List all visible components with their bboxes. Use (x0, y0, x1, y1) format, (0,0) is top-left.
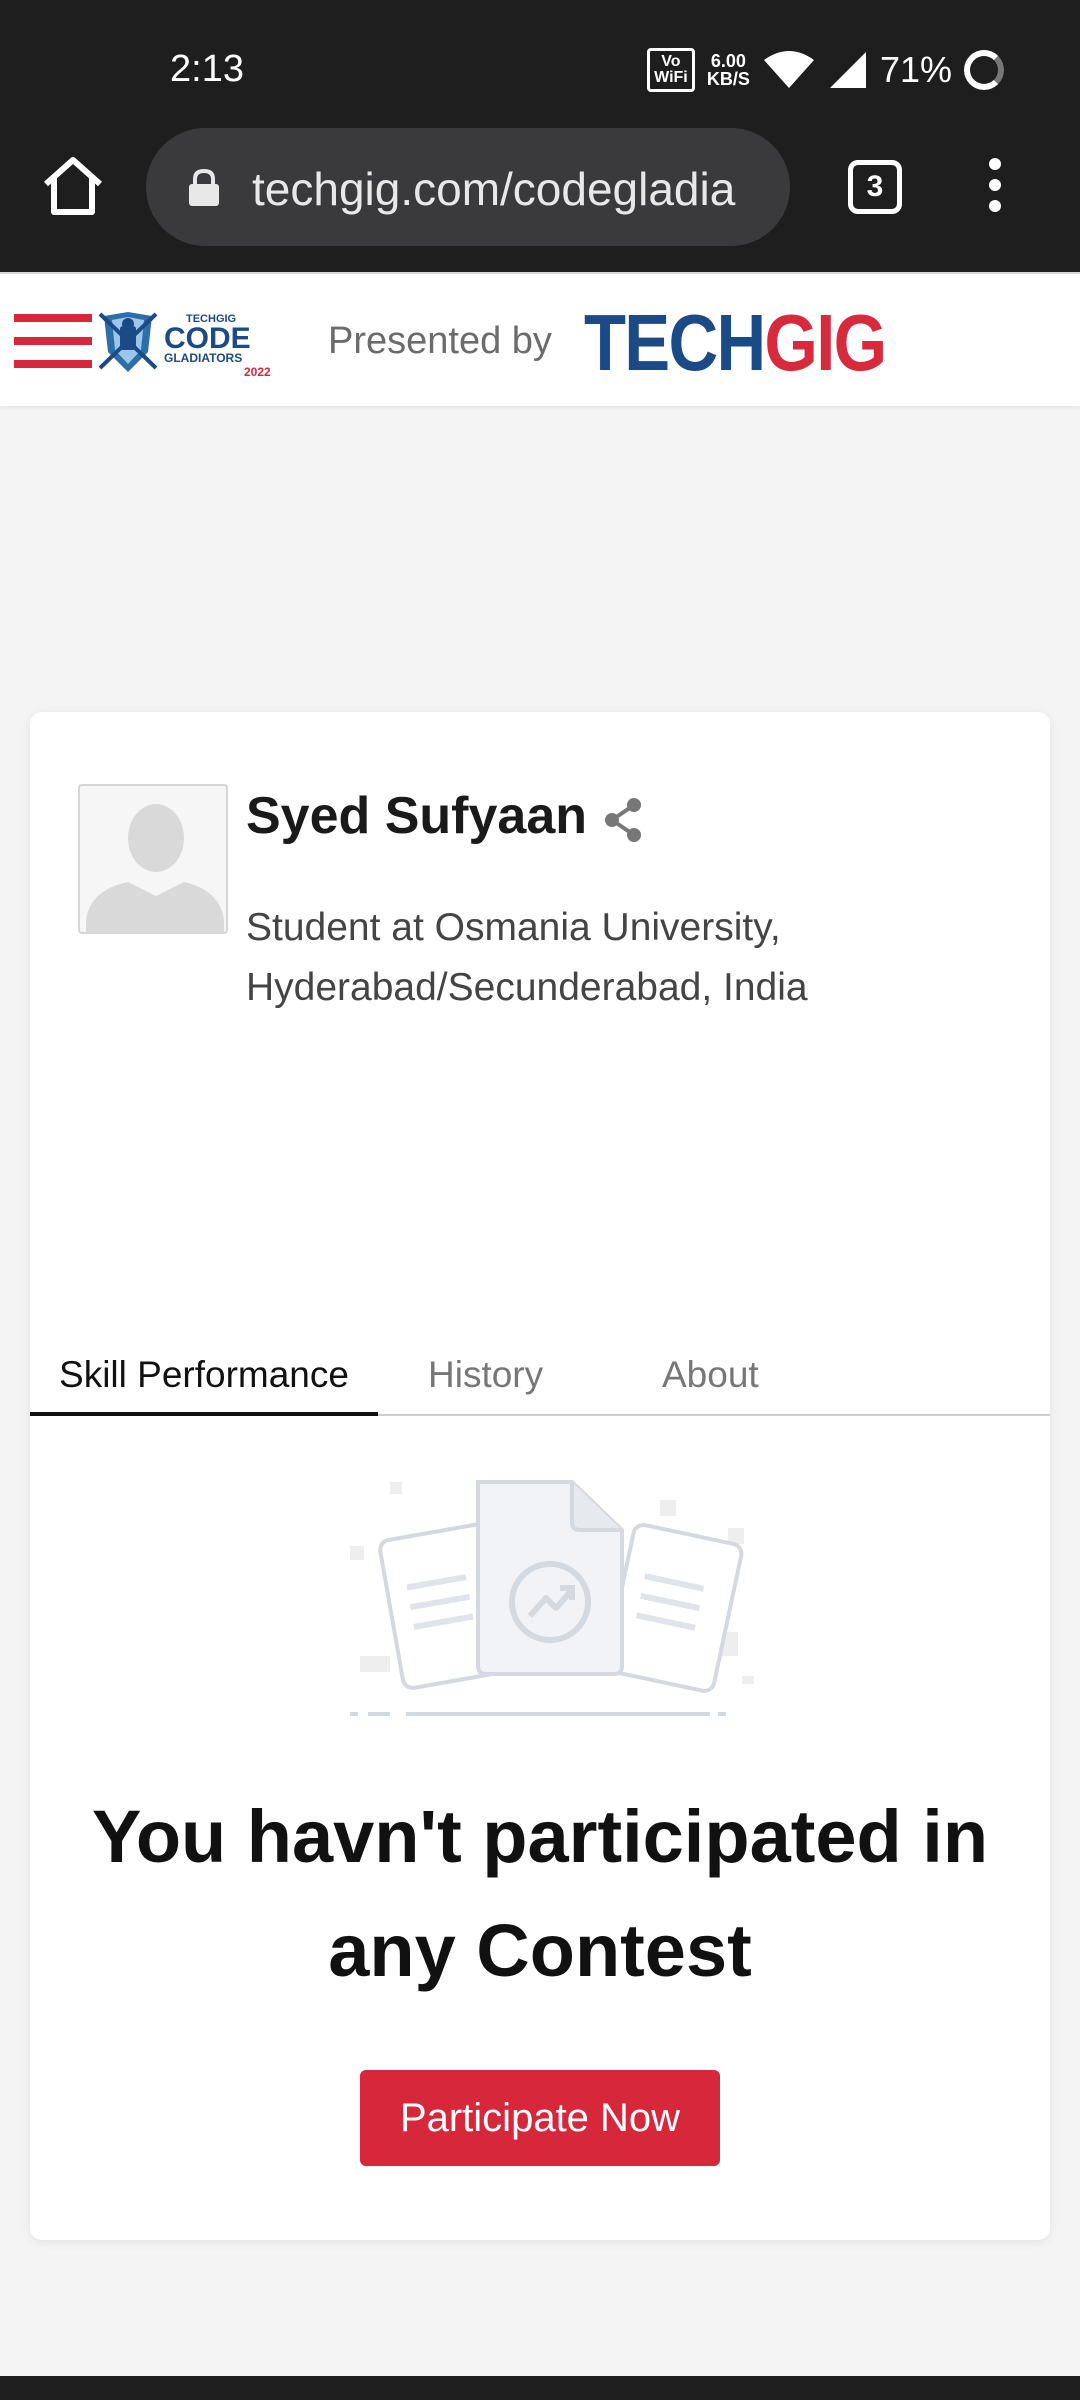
overflow-menu-icon[interactable] (980, 158, 1010, 218)
profile-card: Syed Sufyaan Student at Osmania Universi… (30, 712, 1050, 2240)
network-speed: 6.00 KB/S (707, 52, 750, 88)
profile-subtitle: Student at Osmania University, Hyderabad… (246, 906, 808, 1009)
empty-documents-illustration (350, 1480, 754, 1716)
share-icon[interactable] (602, 796, 644, 844)
signal-icon (829, 52, 866, 88)
techgig-logo-gig: GIG (764, 298, 887, 387)
presented-by-label: Presented by (328, 320, 552, 362)
techgig-logo-tech: TECH (584, 298, 766, 387)
site-header: TECHGIG CODE GLADIATORS 2022 Presented b… (0, 272, 1080, 406)
url-text: techgig.com/codegladia (252, 163, 736, 215)
vowifi-icon: Vo WiFi (646, 48, 695, 92)
lock-icon (189, 168, 219, 206)
browser-toolbar: techgig.com/codegladia 3 (0, 120, 1080, 272)
status-icons: Vo WiFi 6.00 KB/S 71% (646, 40, 1004, 100)
tab-history[interactable]: History (428, 1342, 543, 1416)
code-gladiators-logo[interactable]: TECHGIG CODE GLADIATORS 2022 (98, 308, 282, 380)
battery-percent: 71% (879, 49, 952, 90)
network-speed-unit: KB/S (706, 69, 750, 89)
tab-about[interactable]: About (662, 1342, 759, 1416)
svg-text:2022: 2022 (244, 365, 271, 379)
avatar-placeholder-icon (86, 804, 224, 932)
system-navigation-bar (0, 2376, 1080, 2400)
status-bar: 2:13 Vo WiFi 6.00 KB/S 71% (0, 0, 1080, 120)
participate-now-button[interactable]: Participate Now (360, 2070, 720, 2166)
techgig-logo[interactable]: TECHGIG (584, 298, 887, 387)
wifi-icon (763, 51, 814, 88)
profile-tabs: Skill Performance History About (30, 1342, 1050, 1416)
tab-skill-performance[interactable]: Skill Performance (30, 1342, 378, 1416)
avatar (78, 784, 228, 934)
profile-name: Syed Sufyaan (246, 787, 588, 845)
empty-state-message: You havn't participated in any Contest (91, 1795, 989, 1992)
network-speed-value: 6.00 (710, 51, 746, 71)
home-icon[interactable] (38, 150, 108, 220)
hamburger-menu-icon[interactable] (14, 314, 92, 370)
tab-switcher-button[interactable]: 3 (848, 160, 902, 214)
battery-ring-icon (964, 50, 1004, 90)
svg-text:GLADIATORS: GLADIATORS (164, 351, 242, 365)
status-time: 2:13 (170, 48, 244, 90)
address-bar[interactable]: techgig.com/codegladia (146, 128, 790, 246)
